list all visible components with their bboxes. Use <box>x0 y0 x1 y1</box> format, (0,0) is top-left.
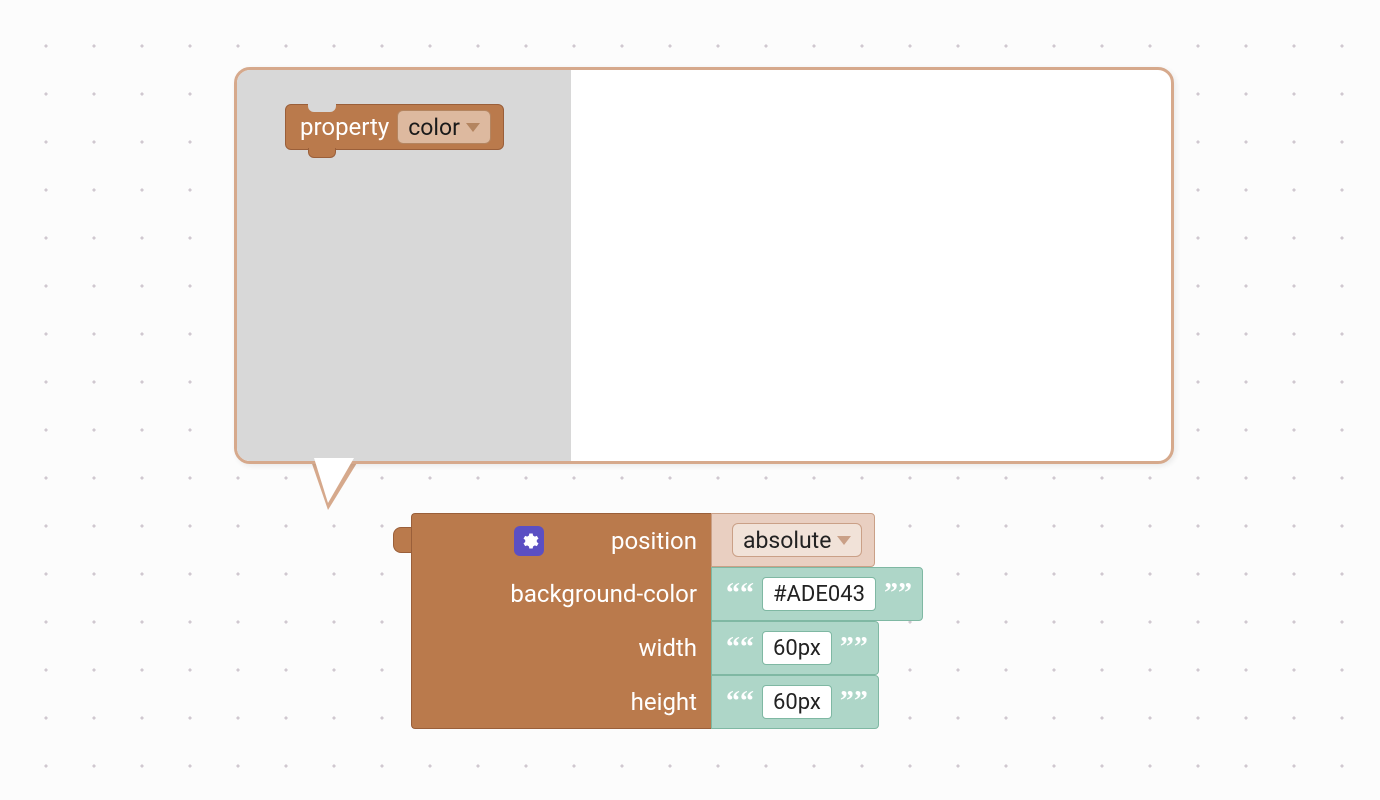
string-input[interactable]: 60px <box>762 631 832 665</box>
string-value-block[interactable]: ““ 60px ”” <box>711 621 879 675</box>
mutator-canvas[interactable] <box>571 70 1171 461</box>
open-quote-icon: ““ <box>726 580 754 608</box>
enum-dropdown-value: absolute <box>743 527 831 554</box>
string-input[interactable]: #ADE043 <box>762 577 876 611</box>
output-connector <box>393 527 411 553</box>
popup-tail-inner <box>314 458 354 503</box>
string-value-block[interactable]: ““ 60px ”” <box>711 675 879 729</box>
workspace[interactable]: property color style properties property <box>0 0 1380 800</box>
style-row-position: position absolute <box>411 513 923 567</box>
style-row-width: width ““ 60px ”” <box>411 621 923 675</box>
enum-dropdown[interactable]: absolute <box>732 523 862 557</box>
string-input[interactable]: 60px <box>762 685 832 719</box>
style-block[interactable]: position absolute background-color <box>411 513 923 729</box>
row-label: position <box>611 527 697 555</box>
enum-value-block[interactable]: absolute <box>711 513 875 567</box>
row-label: height <box>631 688 697 716</box>
mutator-popup: property color <box>234 67 1174 464</box>
open-quote-icon: ““ <box>726 634 754 662</box>
chevron-down-icon <box>837 536 851 545</box>
close-quote-icon: ”” <box>840 688 868 716</box>
row-label: background-color <box>510 580 697 608</box>
chevron-down-icon <box>466 123 480 132</box>
mutator-gear-button[interactable] <box>514 526 544 556</box>
row-label: width <box>639 634 697 662</box>
close-quote-icon: ”” <box>840 634 868 662</box>
style-row-background-color: background-color ““ #ADE043 ”” <box>411 567 923 621</box>
mutator-toolbox: property color <box>237 70 571 461</box>
property-dropdown[interactable]: color <box>397 110 491 144</box>
property-label: property <box>300 113 389 141</box>
style-row-height: height ““ 60px ”” <box>411 675 923 729</box>
gear-icon <box>519 531 539 551</box>
property-dropdown-value: color <box>408 114 460 141</box>
toolbox-property-block[interactable]: property color <box>285 104 504 150</box>
string-value-block[interactable]: ““ #ADE043 ”” <box>711 567 923 621</box>
close-quote-icon: ”” <box>884 580 912 608</box>
open-quote-icon: ““ <box>726 688 754 716</box>
